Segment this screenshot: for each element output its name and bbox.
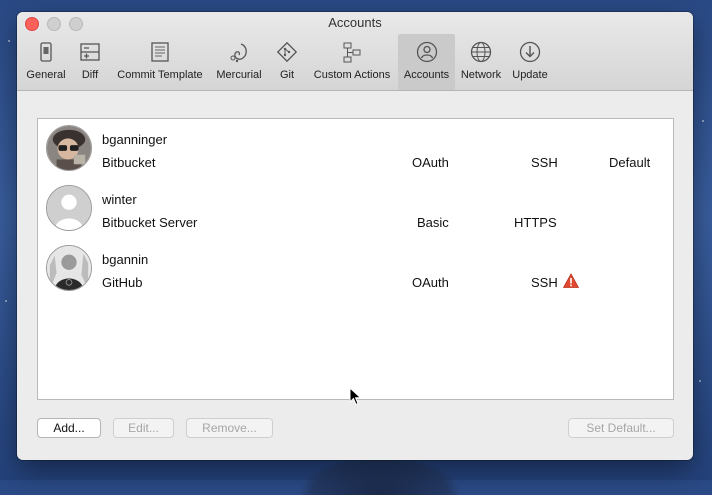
git-icon (276, 41, 298, 63)
avatar (46, 245, 92, 291)
title-bar: Accounts General Diff Commit Template Me… (17, 12, 693, 91)
account-service: GitHub (102, 275, 143, 290)
account-auth-type: OAuth (412, 275, 449, 290)
tab-accounts[interactable]: Accounts (398, 34, 455, 90)
tab-update[interactable]: Update (508, 34, 552, 90)
tab-accounts-label: Accounts (403, 69, 450, 81)
account-username: winter (102, 192, 137, 207)
account-auth-type: Basic (417, 215, 449, 230)
update-icon (519, 41, 541, 63)
tab-commit-template[interactable]: Commit Template (113, 34, 207, 90)
tab-update-label: Update (512, 69, 548, 81)
warning-icon[interactable] (562, 273, 580, 289)
avatar (46, 185, 92, 231)
account-protocol: SSH (531, 155, 558, 170)
window-title: Accounts (328, 15, 382, 30)
network-icon (470, 41, 492, 63)
account-row[interactable]: bganninger Bitbucket OAuth SSH Default (38, 119, 673, 179)
account-service: Bitbucket (102, 155, 156, 170)
account-protocol: SSH (531, 275, 558, 290)
account-row[interactable]: winter Bitbucket Server Basic HTTPS (38, 179, 673, 239)
tab-network[interactable]: Network (458, 34, 504, 90)
tab-git-label: Git (279, 69, 295, 81)
diff-icon (79, 41, 101, 63)
set-default-button[interactable]: Set Default... (568, 418, 674, 438)
commit-template-icon (149, 41, 171, 63)
tab-custom-actions-label: Custom Actions (313, 69, 391, 81)
account-default-label: Default (609, 155, 651, 170)
account-row[interactable]: bgannin GitHub OAuth SSH (38, 239, 673, 299)
tab-network-label: Network (460, 69, 502, 81)
tab-general[interactable]: General (25, 34, 67, 90)
tab-mercurial-label: Mercurial (216, 69, 262, 81)
desktop-mountain (300, 455, 460, 495)
account-service: Bitbucket Server (102, 215, 198, 230)
tab-diff-label: Diff (81, 69, 99, 81)
custom-actions-icon (341, 41, 363, 63)
account-auth-type: OAuth (412, 155, 449, 170)
mercurial-icon (228, 41, 250, 63)
account-protocol: HTTPS (514, 215, 557, 230)
avatar (46, 125, 92, 171)
accounts-list[interactable]: bganninger Bitbucket OAuth SSH Default w… (37, 118, 674, 400)
account-username: bganninger (102, 132, 168, 147)
tab-commit-template-label: Commit Template (117, 69, 203, 81)
tab-git[interactable]: Git (275, 34, 299, 90)
accounts-icon (416, 41, 438, 63)
remove-account-button[interactable]: Remove... (186, 418, 273, 438)
add-account-button[interactable]: Add... (37, 418, 101, 438)
mouse-cursor-icon (349, 387, 362, 406)
tab-general-label: General (26, 69, 66, 81)
preferences-toolbar: General Diff Commit Template Mercurial G… (17, 34, 693, 90)
tab-diff[interactable]: Diff (77, 34, 103, 90)
tab-custom-actions[interactable]: Custom Actions (309, 34, 395, 90)
general-icon (35, 41, 57, 63)
edit-account-button[interactable]: Edit... (113, 418, 174, 438)
account-username: bgannin (102, 252, 149, 267)
tab-mercurial[interactable]: Mercurial (213, 34, 265, 90)
